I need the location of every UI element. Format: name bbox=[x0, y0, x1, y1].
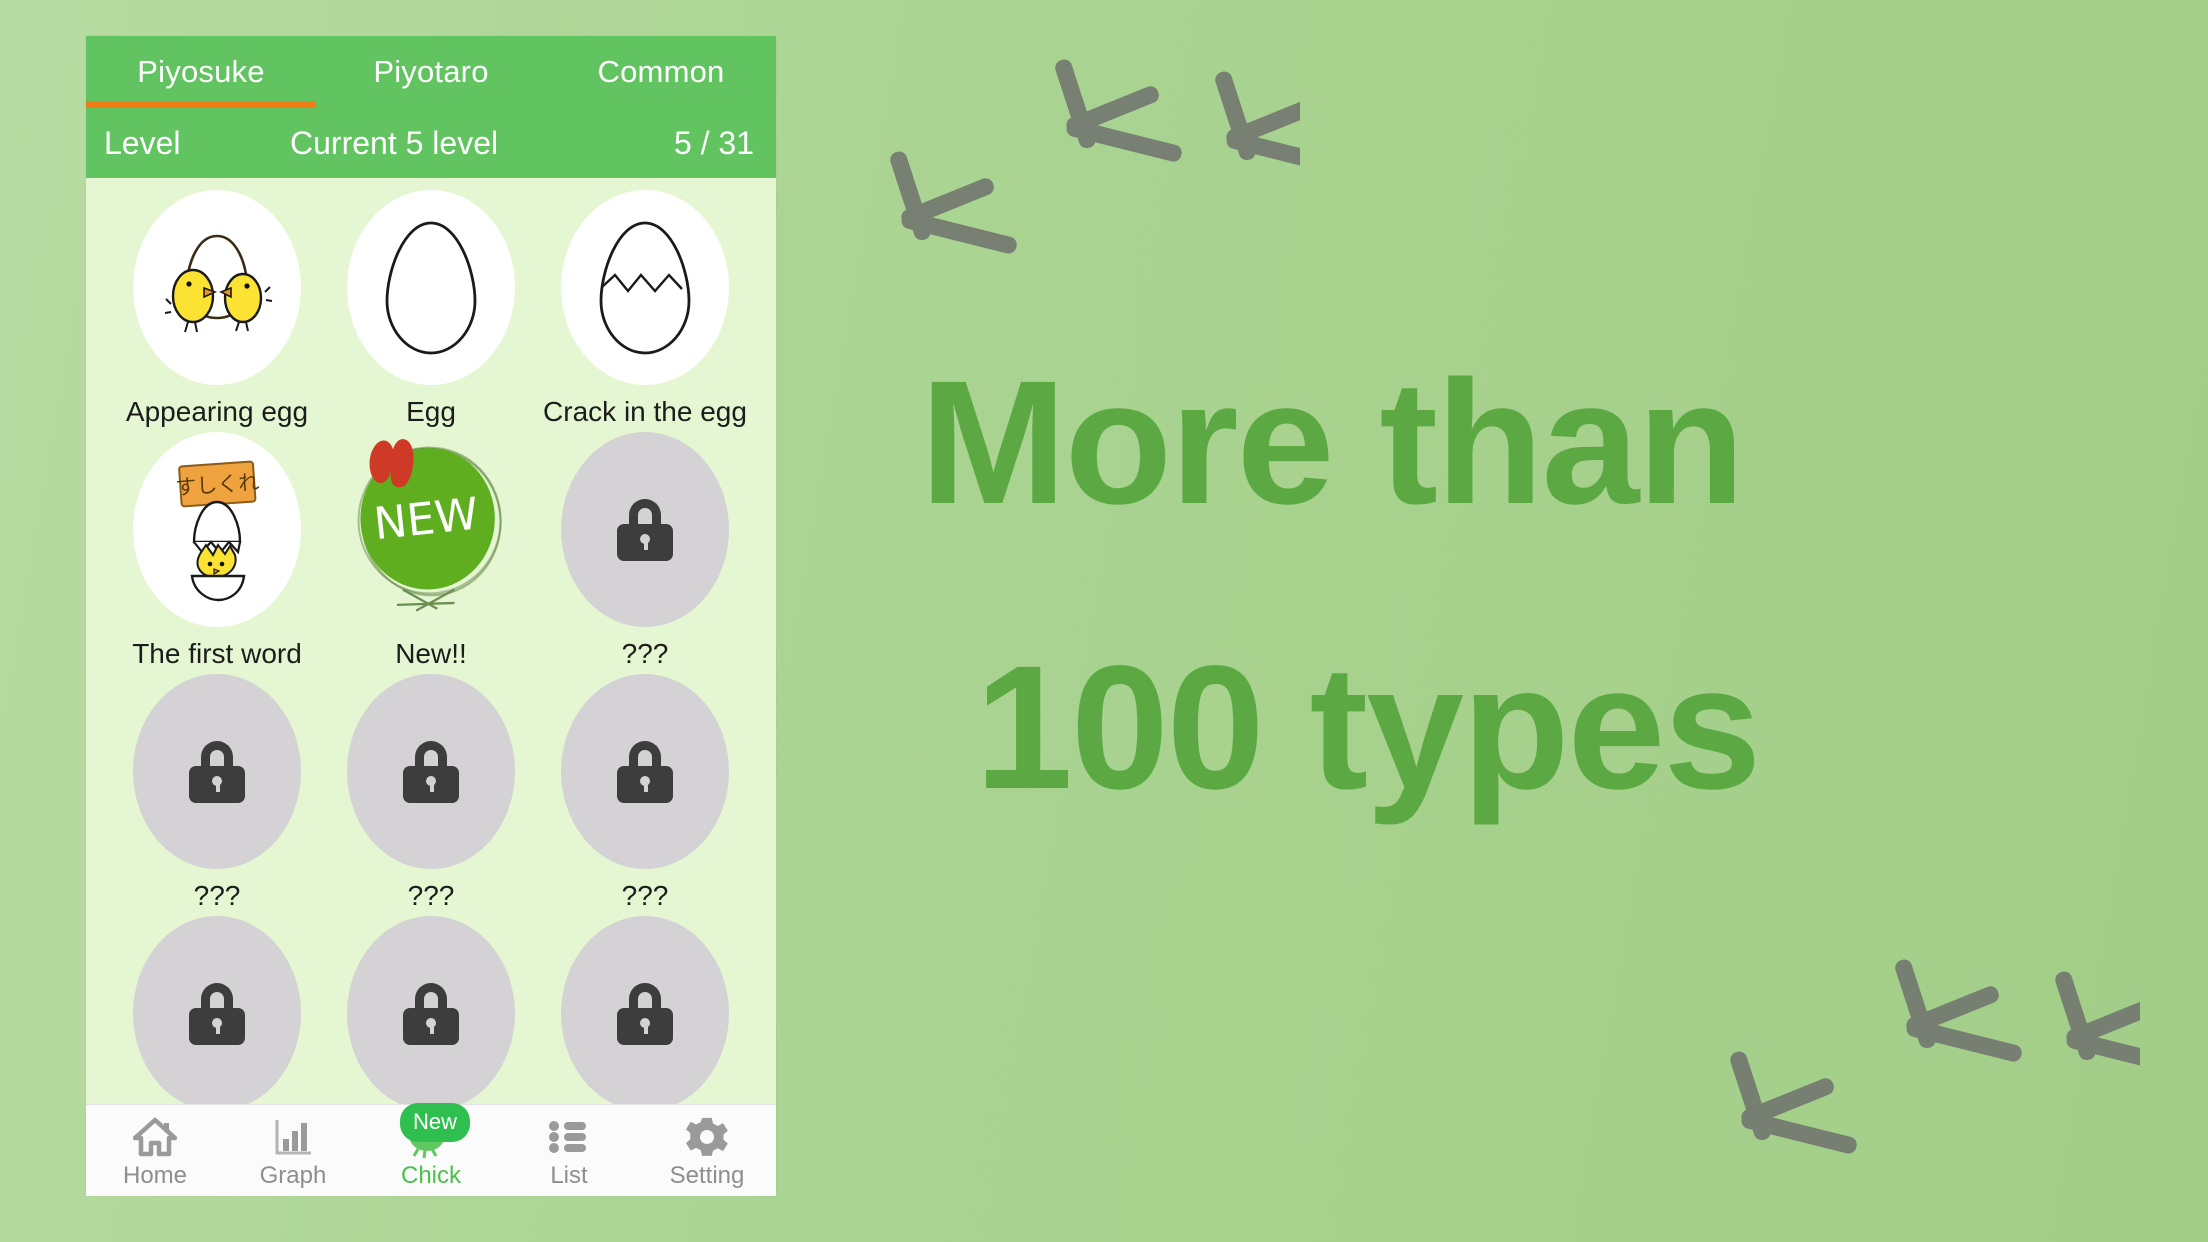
item-caption: ??? bbox=[193, 880, 241, 911]
balloon-new-text: NEW bbox=[371, 488, 480, 550]
nav-label: Home bbox=[122, 1162, 188, 1189]
footprint-group-bottom bbox=[1730, 959, 2140, 1154]
nav-label: Setting bbox=[669, 1162, 745, 1189]
level-label: Level bbox=[104, 124, 181, 161]
bar-chart-icon bbox=[271, 1114, 315, 1160]
new-balloon-icon: NEW bbox=[357, 438, 502, 612]
level-count: 5 / 31 bbox=[673, 124, 754, 161]
item-thumbnail[interactable] bbox=[561, 674, 729, 869]
item-thumbnail[interactable] bbox=[561, 190, 729, 385]
app-header: Piyosuke Piyotaro Common Level Current 5… bbox=[86, 36, 776, 178]
collection-item[interactable]: NEW New!! bbox=[324, 432, 538, 670]
tab-label: Common bbox=[597, 54, 725, 89]
bird-footprint-icon bbox=[890, 151, 1017, 254]
item-thumbnail[interactable]: すしくれ bbox=[133, 432, 301, 627]
item-caption: New!! bbox=[395, 638, 467, 669]
collection-item[interactable]: ??? bbox=[324, 674, 538, 912]
item-caption: ??? bbox=[621, 638, 669, 669]
app-screenshot-panel: Piyosuke Piyotaro Common Level Current 5… bbox=[86, 36, 776, 1196]
chick-collection-grid: Appearing egg Egg Crack in the egg すしくれ … bbox=[86, 178, 776, 1111]
lock-icon bbox=[614, 982, 676, 1045]
cracked-egg-icon bbox=[599, 221, 691, 354]
nav-label: List bbox=[550, 1162, 588, 1189]
collection-item[interactable]: Appearing egg bbox=[110, 190, 324, 428]
item-caption: ??? bbox=[621, 880, 669, 911]
headline-line-2: 100 types bbox=[975, 630, 1761, 826]
item-thumbnail[interactable]: NEW bbox=[347, 432, 515, 627]
nav-item-home[interactable]: Home bbox=[86, 1105, 224, 1190]
item-thumbnail[interactable] bbox=[561, 916, 729, 1111]
new-badge: New bbox=[400, 1103, 471, 1142]
bird-footprint-icon bbox=[1895, 959, 2022, 1062]
collection-item[interactable]: Egg bbox=[324, 190, 538, 428]
collection-item[interactable] bbox=[324, 916, 538, 1111]
level-current: Current 5 level bbox=[290, 124, 499, 161]
lock-icon bbox=[186, 982, 248, 1045]
bird-footprint-icon bbox=[1055, 59, 1182, 162]
lock-icon bbox=[400, 982, 462, 1045]
tab-common[interactable]: Common bbox=[546, 36, 776, 108]
level-bar: Level Current 5 level 5 / 31 bbox=[86, 108, 776, 178]
item-caption: Egg bbox=[406, 396, 456, 427]
collection-item[interactable] bbox=[110, 916, 324, 1111]
gear-icon bbox=[685, 1114, 729, 1160]
plain-egg-icon bbox=[385, 221, 477, 354]
chick-with-sign-icon: すしくれ bbox=[175, 460, 260, 601]
item-thumbnail[interactable] bbox=[133, 916, 301, 1111]
item-caption: Crack in the egg bbox=[543, 396, 747, 427]
tab-piyosuke[interactable]: Piyosuke bbox=[86, 36, 316, 108]
active-tab-underline bbox=[86, 101, 316, 108]
nav-item-graph[interactable]: Graph bbox=[224, 1105, 362, 1190]
collection-item[interactable]: ??? bbox=[538, 432, 752, 670]
item-thumbnail[interactable] bbox=[347, 916, 515, 1111]
tab-bar: Piyosuke Piyotaro Common bbox=[86, 36, 776, 108]
list-icon bbox=[547, 1114, 591, 1160]
lock-icon bbox=[614, 498, 676, 561]
item-thumbnail[interactable] bbox=[133, 674, 301, 869]
collection-item[interactable]: すしくれ The first word bbox=[110, 432, 324, 670]
collection-item[interactable] bbox=[538, 916, 752, 1111]
nav-label: Graph bbox=[259, 1162, 327, 1189]
lock-icon bbox=[614, 740, 676, 803]
nav-item-chick[interactable]: New Chick bbox=[362, 1103, 500, 1190]
bird-footprint-icon bbox=[1730, 1051, 1857, 1154]
collection-item[interactable]: ??? bbox=[538, 674, 752, 912]
bird-footprint-icon bbox=[2055, 971, 2140, 1072]
lock-icon bbox=[186, 740, 248, 803]
item-caption: Appearing egg bbox=[125, 396, 309, 427]
tab-label: Piyotaro bbox=[373, 54, 489, 89]
item-thumbnail[interactable] bbox=[561, 432, 729, 627]
nav-item-list[interactable]: List bbox=[500, 1105, 638, 1190]
collection-item[interactable]: Crack in the egg bbox=[538, 190, 752, 428]
home-icon bbox=[133, 1114, 177, 1160]
lock-icon bbox=[400, 740, 462, 803]
item-thumbnail[interactable] bbox=[347, 674, 515, 869]
two-chicks-hatching-icon bbox=[164, 234, 273, 332]
footprint-group-top bbox=[890, 59, 1300, 254]
item-caption: ??? bbox=[407, 880, 455, 911]
promo-banner: More than 100 types Piyosuke Piyotaro Co… bbox=[0, 0, 2208, 1242]
collection-item[interactable]: ??? bbox=[110, 674, 324, 912]
nav-item-setting[interactable]: Setting bbox=[638, 1105, 776, 1190]
tab-label: Piyosuke bbox=[137, 54, 265, 89]
tab-piyotaro[interactable]: Piyotaro bbox=[316, 36, 546, 108]
headline-line-1: More than bbox=[920, 345, 1745, 541]
item-thumbnail[interactable] bbox=[133, 190, 301, 385]
item-thumbnail[interactable] bbox=[347, 190, 515, 385]
nav-label: Chick bbox=[400, 1162, 461, 1189]
bottom-navigation-bar: Home Graph New Chick List Setting bbox=[86, 1103, 776, 1196]
item-caption: The first word bbox=[132, 638, 302, 669]
bird-footprint-icon bbox=[1215, 71, 1300, 172]
